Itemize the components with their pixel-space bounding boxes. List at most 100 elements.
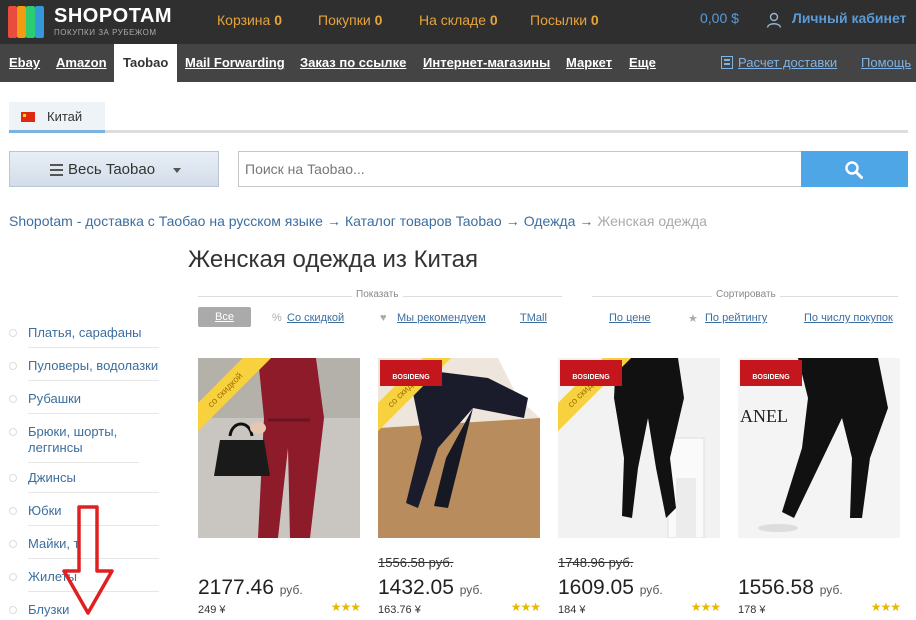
product-price: 1432.05 руб. xyxy=(378,576,483,600)
logo-name: SHOPOTAM xyxy=(54,5,173,27)
bullet-icon xyxy=(9,428,17,436)
filter-recommended[interactable]: Мы рекомендуем xyxy=(397,312,486,324)
purchases-counter[interactable]: Покупки 0 xyxy=(318,12,382,28)
filter-all[interactable]: Все xyxy=(198,307,251,327)
nav-taobao[interactable]: Taobao xyxy=(114,44,178,82)
menu-icon xyxy=(50,164,63,166)
caret-down-icon xyxy=(173,168,181,173)
bullet-icon xyxy=(9,329,17,337)
product-yuan-price: 184 ¥ xyxy=(558,604,586,616)
product-price: 2177.46 руб. xyxy=(198,576,303,600)
nav-online-stores[interactable]: Интернет-магазины xyxy=(423,44,550,82)
warehouse-count: 0 xyxy=(489,12,498,28)
product-image[interactable]: со скидкой BOSIDENG xyxy=(558,358,720,538)
sort-purchases[interactable]: По числу покупок xyxy=(804,312,893,324)
nav-market[interactable]: Маркет xyxy=(566,44,612,82)
product-image[interactable]: со скидкой BOSIDENG xyxy=(378,358,540,538)
sidebar-item-label: Рубашки xyxy=(28,391,82,406)
brand-tag: BOSIDENG xyxy=(560,360,622,386)
product-image[interactable]: ANEL BOSIDENG xyxy=(738,358,900,538)
filter-tmall[interactable]: TMall xyxy=(520,312,547,324)
nav-ebay[interactable]: Ebay xyxy=(9,44,40,82)
price-value: 1609.05 xyxy=(558,576,634,599)
breadcrumb-separator: → xyxy=(579,213,594,229)
category-dropdown-label: Весь Taobao xyxy=(68,161,156,178)
logo-tagline: ПОКУПКИ ЗА РУБЕЖОМ xyxy=(54,28,157,37)
product-card[interactable]: со скидкой 2177.46 руб. 249 ¥ ★★★ xyxy=(198,358,361,620)
nav-order-by-link[interactable]: Заказ по ссылке xyxy=(300,44,406,82)
page-title: Женская одежда из Китая xyxy=(188,246,479,273)
top-bar: SHOPOTAM ПОКУПКИ ЗА РУБЕЖОМ Корзина 0 По… xyxy=(0,0,916,44)
account-link[interactable]: Личный кабинет xyxy=(766,10,906,26)
help-link[interactable]: Помощь xyxy=(861,44,911,82)
product-yuan-price: 163.76 ¥ xyxy=(378,604,421,616)
delivery-calc-link[interactable]: Расчет доставки xyxy=(721,44,837,82)
search-button[interactable] xyxy=(801,151,908,187)
product-yuan-price: 178 ¥ xyxy=(738,604,766,616)
logo[interactable]: SHOPOTAM ПОКУПКИ ЗА РУБЕЖОМ xyxy=(8,4,172,40)
warehouse-counter[interactable]: На складе 0 xyxy=(419,12,498,28)
breadcrumb-catalog[interactable]: Каталог товаров Taobao xyxy=(345,213,502,229)
main-nav: Ebay Amazon Taobao Mail Forwarding Заказ… xyxy=(0,44,916,82)
category-dropdown[interactable]: Весь Taobao xyxy=(9,151,219,187)
price-currency: руб. xyxy=(639,583,663,597)
account-label: Личный кабинет xyxy=(792,10,907,26)
product-price: 1609.05 руб. xyxy=(558,576,663,600)
product-card[interactable]: со скидкой BOSIDENG 1556.58 руб. 1432.05… xyxy=(378,358,541,620)
product-card[interactable]: ANEL BOSIDENG 1556.58 руб. 178 ¥ ★★★ xyxy=(738,358,901,620)
sidebar-item-pullovers[interactable]: Пуловеры, водолазки xyxy=(9,358,159,381)
china-flag-icon xyxy=(21,112,35,122)
cart-counter[interactable]: Корзина 0 xyxy=(217,12,282,28)
cart-label: Корзина xyxy=(217,12,271,28)
rating-stars: ★★★ xyxy=(330,600,361,614)
bullet-icon xyxy=(9,606,17,614)
annotation-arrow-icon xyxy=(62,505,114,615)
tab-china-label: Китай xyxy=(47,109,83,124)
nav-mail-forwarding[interactable]: Mail Forwarding xyxy=(185,44,285,82)
sidebar-item-label: Джинсы xyxy=(28,470,76,485)
bullet-icon xyxy=(9,474,17,482)
sort-label: Сортировать xyxy=(712,289,780,300)
search-input[interactable] xyxy=(238,151,802,187)
search-icon xyxy=(845,161,863,179)
watermark-text: ANEL xyxy=(740,406,788,426)
breadcrumb-home[interactable]: Shopotam - доставка с Таобао на русском … xyxy=(9,213,323,229)
breadcrumb-clothes[interactable]: Одежда xyxy=(524,213,576,229)
sidebar-item-trousers[interactable]: Брюки, шорты, леггинсы xyxy=(9,424,139,463)
warehouse-label: На складе xyxy=(419,12,486,28)
price-currency: руб. xyxy=(279,583,303,597)
cart-count: 0 xyxy=(274,12,283,28)
product-card[interactable]: со скидкой BOSIDENG 1748.96 руб. 1609.05… xyxy=(558,358,721,620)
balance[interactable]: 0,00 $ xyxy=(700,10,739,26)
price-currency: руб. xyxy=(819,583,843,597)
filter-discount[interactable]: Со скидкой xyxy=(287,312,344,324)
nav-amazon[interactable]: Amazon xyxy=(56,44,107,82)
price-currency: руб. xyxy=(459,583,483,597)
product-price: 1556.58 руб. xyxy=(738,576,843,600)
product-yuan-price: 249 ¥ xyxy=(198,604,226,616)
sidebar-item-label: Платья, сарафаны xyxy=(28,325,142,340)
percent-icon: % xyxy=(272,312,282,324)
heart-icon: ♥ xyxy=(380,312,387,324)
parcels-counter[interactable]: Посылки 0 xyxy=(530,12,599,28)
product-image[interactable]: со скидкой xyxy=(198,358,360,538)
breadcrumb: Shopotam - доставка с Таобао на русском … xyxy=(9,213,707,229)
logo-mark-icon xyxy=(8,6,46,38)
breadcrumb-current: Женская одежда xyxy=(597,213,707,229)
sort-rating[interactable]: По рейтингу xyxy=(705,312,767,324)
sidebar-item-dresses[interactable]: Платья, сарафаны xyxy=(9,325,159,348)
price-value: 1556.58 xyxy=(738,576,814,599)
breadcrumb-separator: → xyxy=(505,213,520,229)
purchases-count: 0 xyxy=(374,12,383,28)
sidebar-item-jeans[interactable]: Джинсы xyxy=(9,470,159,493)
sidebar-item-shirts[interactable]: Рубашки xyxy=(9,391,159,414)
brand-tag: BOSIDENG xyxy=(740,360,802,386)
rating-stars: ★★★ xyxy=(870,600,901,614)
nav-more[interactable]: Еще xyxy=(629,44,656,82)
product-old-price: 1748.96 руб. xyxy=(558,555,634,570)
bullet-icon xyxy=(9,540,17,548)
sort-price[interactable]: По цене xyxy=(609,312,651,324)
sidebar-item-label: Брюки, шорты, леггинсы xyxy=(28,424,118,455)
parcels-count: 0 xyxy=(590,12,599,28)
star-icon: ★ xyxy=(688,313,698,325)
